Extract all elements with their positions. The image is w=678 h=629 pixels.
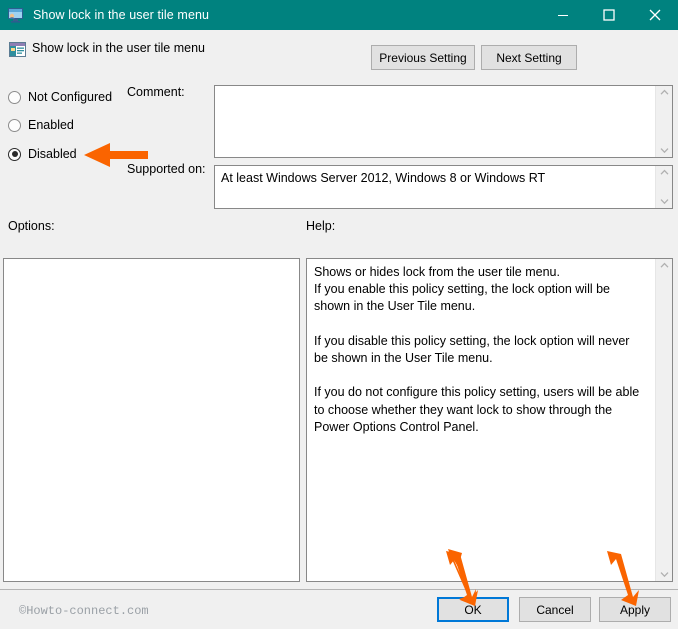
comment-label: Comment: (127, 85, 185, 99)
scroll-down-icon[interactable] (660, 571, 669, 578)
radio-disabled-mark[interactable] (8, 147, 21, 161)
radio-not-configured[interactable]: Not Configured (8, 88, 112, 106)
scroll-up-icon[interactable] (660, 262, 669, 269)
comment-input[interactable] (214, 85, 673, 158)
minimize-icon[interactable] (540, 0, 586, 30)
radio-disabled[interactable]: Disabled (8, 145, 77, 163)
help-label: Help: (306, 219, 336, 233)
scroll-down-icon[interactable] (660, 198, 669, 205)
radio-enabled-label: Enabled (28, 118, 74, 132)
scroll-down-icon[interactable] (660, 147, 669, 154)
options-panel[interactable] (3, 258, 300, 582)
supported-on-scrollbar[interactable] (655, 166, 672, 208)
supported-on-label: Supported on: (127, 162, 206, 176)
radio-not-configured-mark[interactable] (8, 90, 21, 104)
apply-button[interactable]: Apply (599, 597, 671, 622)
group-policy-setting-dialog: Show lock in the user tile menu Show loc… (0, 0, 678, 629)
scroll-up-icon[interactable] (660, 169, 669, 176)
window-title: Show lock in the user tile menu (33, 8, 210, 22)
comment-scrollbar[interactable] (655, 86, 672, 157)
scroll-up-icon[interactable] (660, 89, 669, 96)
options-label: Options: (8, 219, 55, 233)
radio-disabled-label: Disabled (28, 147, 77, 161)
radio-enabled-mark[interactable] (8, 118, 21, 132)
radio-enabled[interactable]: Enabled (8, 116, 74, 134)
radio-not-configured-label: Not Configured (28, 90, 113, 104)
supported-on-value: At least Windows Server 2012, Windows 8 … (221, 171, 546, 185)
gpedit-monitor-icon (7, 6, 25, 24)
cancel-button[interactable]: Cancel (519, 597, 591, 622)
help-scrollbar[interactable] (655, 259, 672, 581)
supported-on-field: At least Windows Server 2012, Windows 8 … (214, 165, 673, 209)
help-panel: Shows or hides lock from the user tile m… (306, 258, 673, 582)
help-text: Shows or hides lock from the user tile m… (314, 265, 640, 434)
next-setting-button[interactable]: Next Setting (481, 45, 577, 70)
footer-divider (0, 589, 678, 590)
policy-title: Show lock in the user tile menu (32, 41, 206, 55)
close-icon[interactable] (632, 0, 678, 30)
ok-button[interactable]: OK (437, 597, 509, 622)
title-bar: Show lock in the user tile menu (0, 0, 678, 30)
watermark: ©Howto-connect.com (19, 604, 149, 618)
previous-setting-button[interactable]: Previous Setting (371, 45, 475, 70)
policy-setting-icon (9, 41, 26, 58)
maximize-icon[interactable] (586, 0, 632, 30)
